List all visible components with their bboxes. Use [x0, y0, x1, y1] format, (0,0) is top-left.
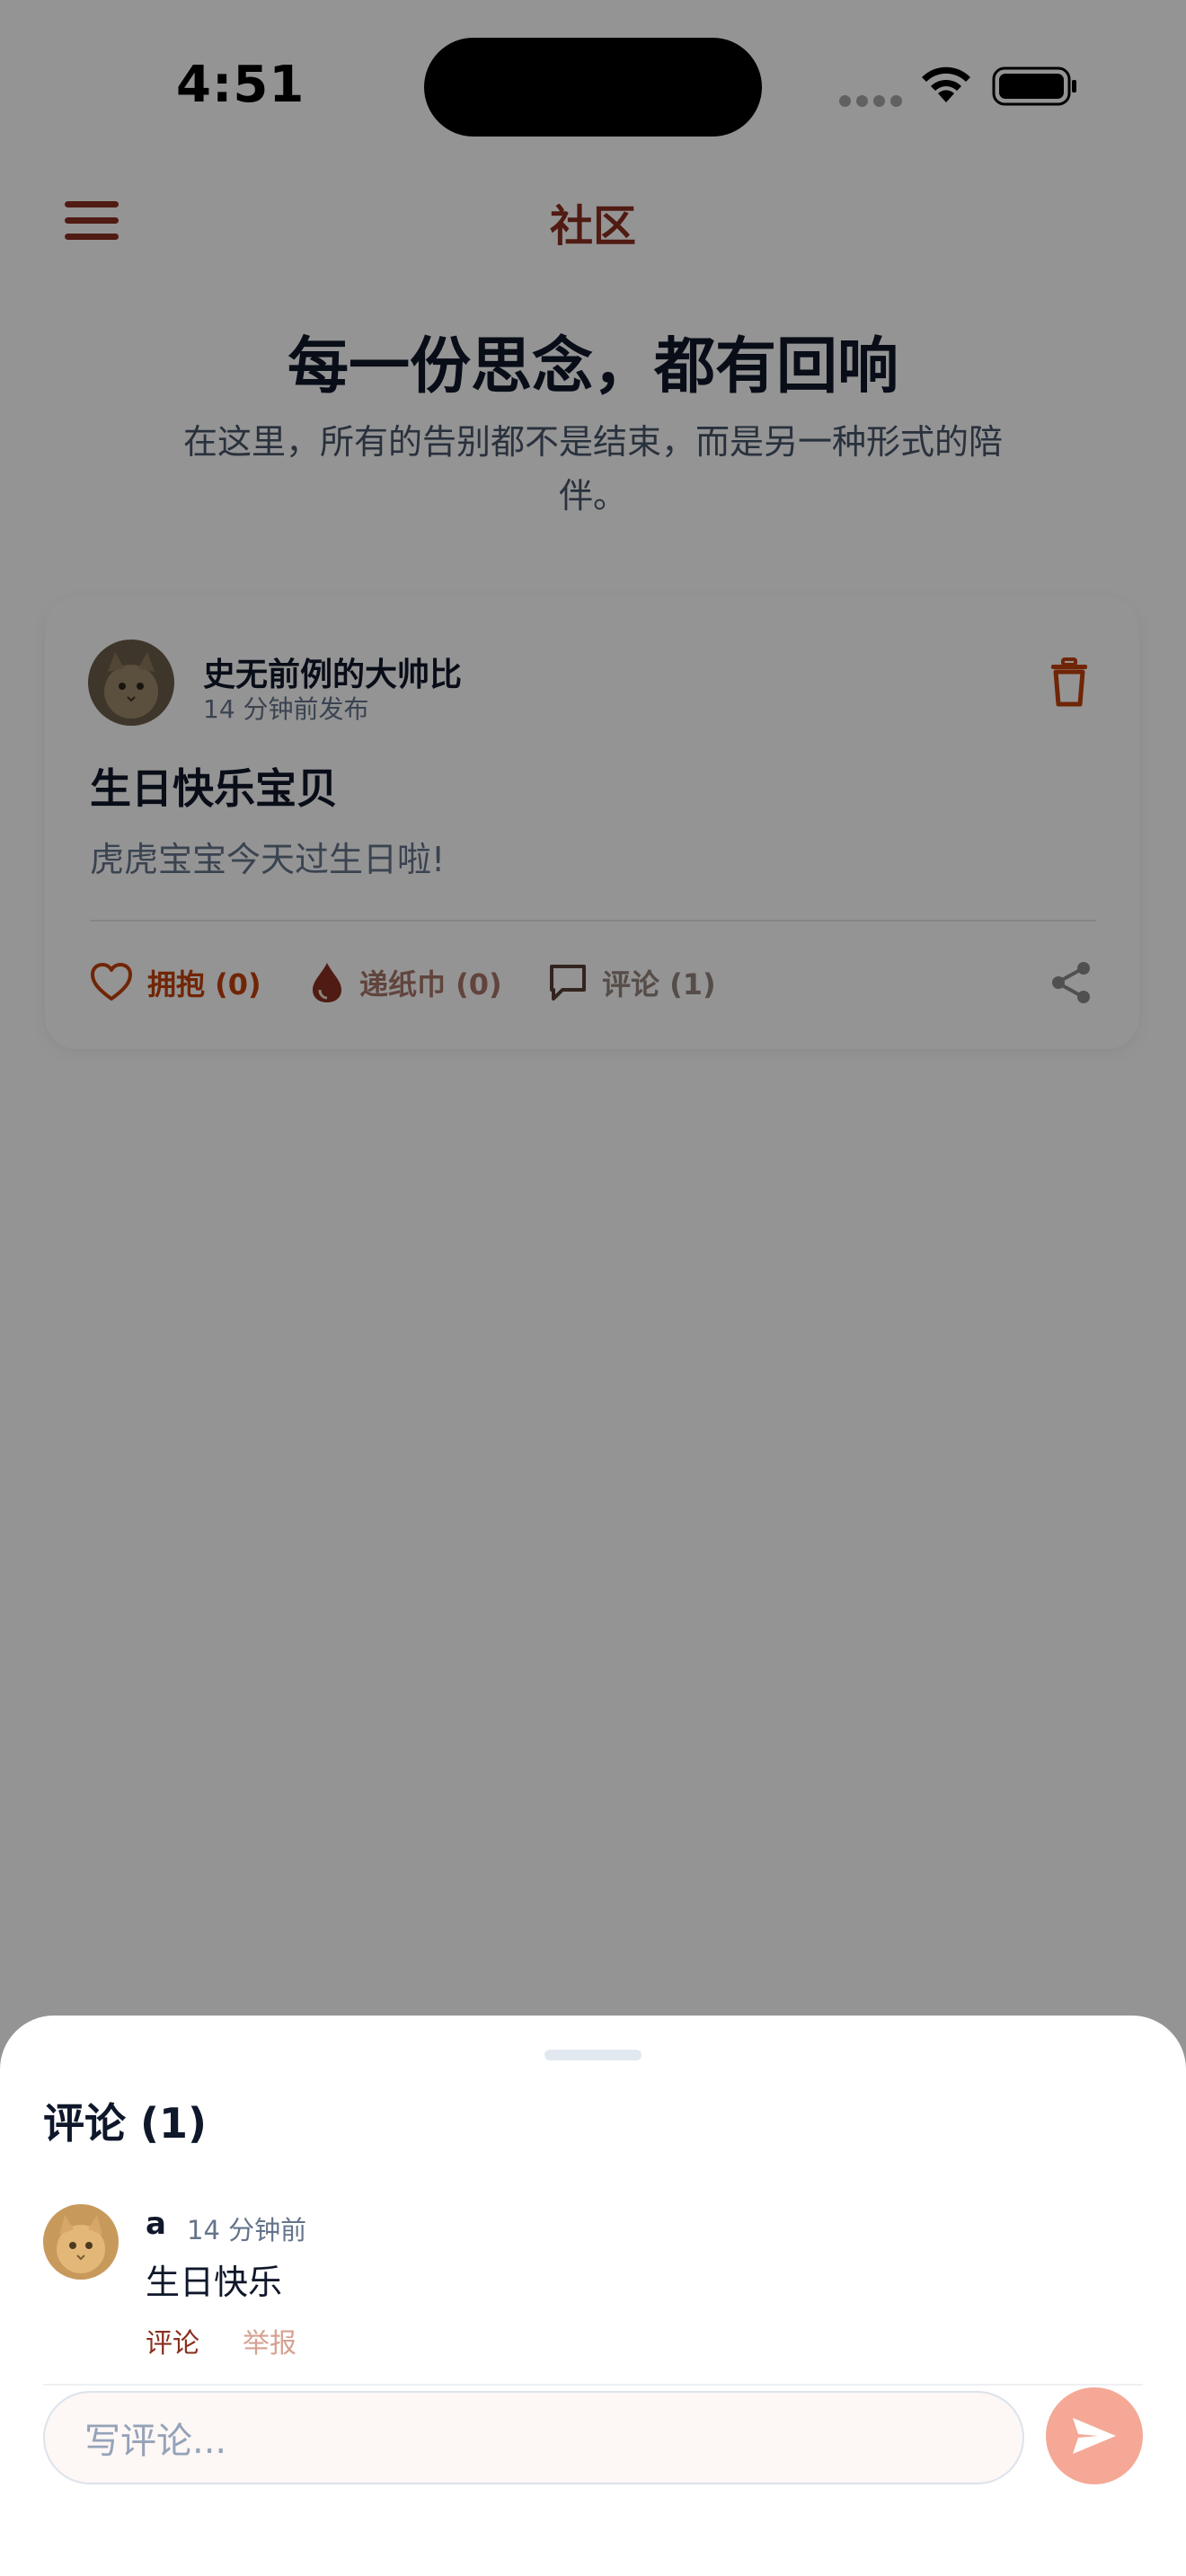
comment-text: 生日快乐 — [146, 2263, 283, 2302]
comment-author-avatar[interactable] — [43, 2204, 119, 2280]
reply-button[interactable]: 评论 — [146, 2321, 199, 2360]
report-button[interactable]: 举报 — [243, 2321, 296, 2360]
comment-author-name[interactable]: a — [146, 2206, 166, 2242]
comment-input[interactable]: 写评论... — [43, 2391, 1024, 2484]
comment-timestamp: 14 分钟前 — [187, 2215, 307, 2245]
sheet-drag-handle[interactable] — [544, 2050, 642, 2060]
community-page: 4:51 社区 每一份思念，都有回响 在这里，所有的告别都不是结束，而是另一种形… — [0, 0, 1186, 2576]
comments-title: 评论 (1) — [43, 2099, 208, 2148]
comments-sheet: 评论 (1) a 14 分钟前 生日快乐 评论 举报 写评论... — [0, 2016, 1186, 2576]
send-button[interactable] — [1046, 2387, 1143, 2484]
comment-input-placeholder: 写评论... — [84, 2421, 227, 2462]
divider — [43, 2384, 1143, 2386]
paper-plane-icon — [1073, 2418, 1116, 2454]
